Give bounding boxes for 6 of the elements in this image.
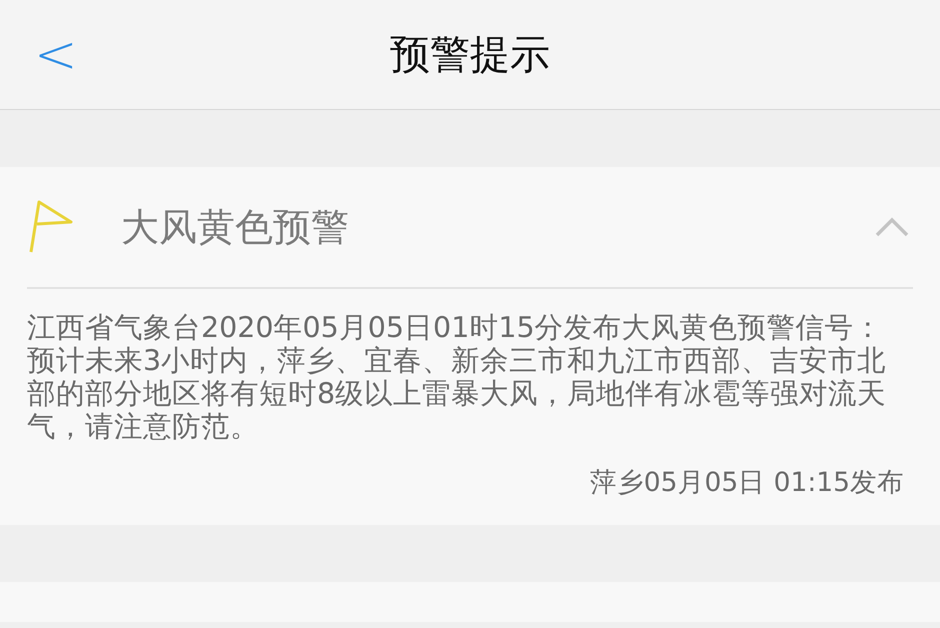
issue-time: 萍乡05月05日 01:15发布	[590, 467, 904, 498]
collapse-chevron-icon[interactable]	[875, 217, 909, 237]
alert-message: 江西省气象台2020年05月05日01时15分发布大风黄色预警信号：预计未来3小时内，萍乡、宜春、新余三市和九江市西部、吉安市北部的部分地区将有短时8级以上雷暴大风，局地伴有冰雹等强对流天气，请注意防范。	[26, 310, 888, 443]
back-button[interactable]: <	[24, 28, 88, 80]
page-title: 预警提示	[390, 30, 550, 80]
alert-title: 大风黄色预警	[121, 204, 349, 250]
